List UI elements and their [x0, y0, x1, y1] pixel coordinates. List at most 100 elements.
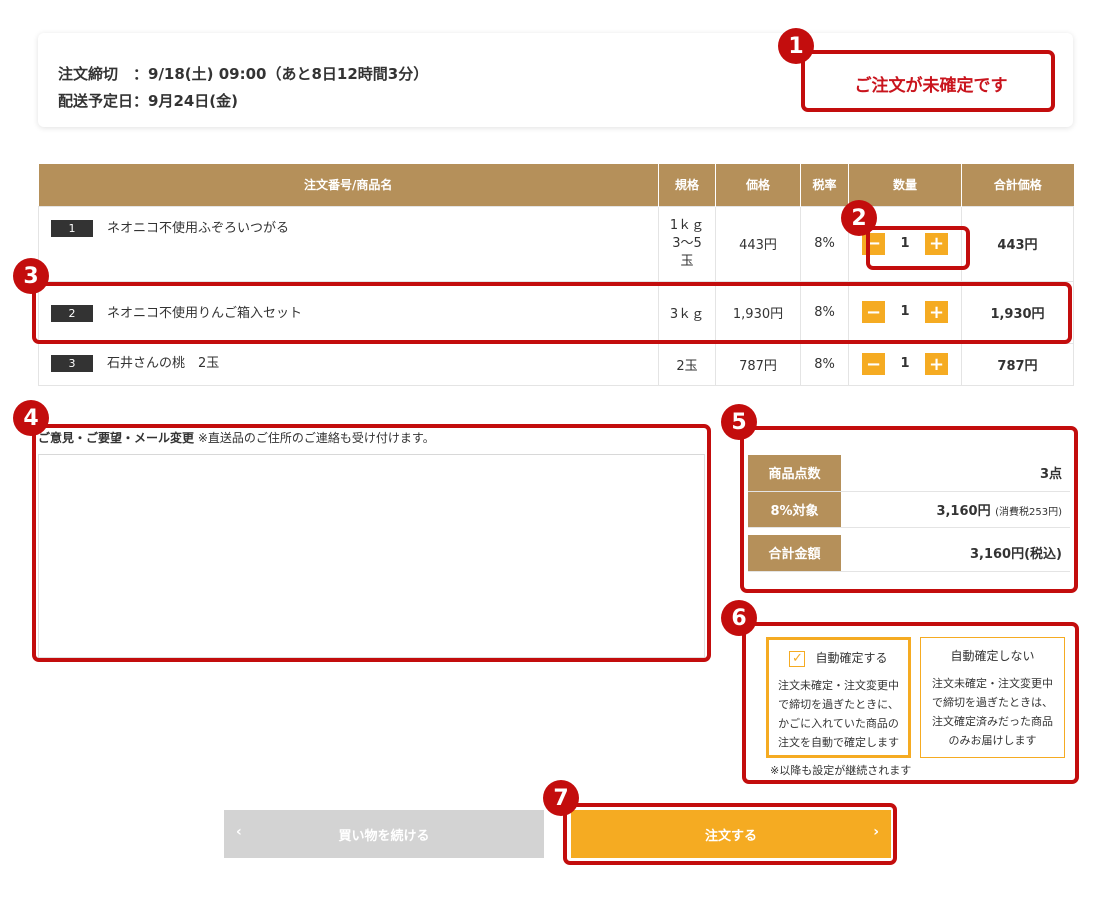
item-spec: 2玉 [658, 342, 716, 386]
chevron-right-icon: › [873, 824, 879, 840]
item-qty-cell: − 1 + [848, 342, 962, 386]
item-name-cell: 3 石井さんの桃 2玉 [38, 342, 659, 386]
order-number-badge: 1 [51, 219, 93, 237]
item-tax-rate: 8% [800, 342, 849, 386]
table-row: 3 石井さんの桃 2玉 2玉 787円 8% − 1 + 787円 [38, 342, 1074, 386]
description-line: かごに入れていた商品の [778, 717, 899, 730]
description-line: で締切を過ぎたときに、 [778, 698, 899, 711]
item-name: 石井さんの桃 2玉 [107, 355, 220, 371]
auto-confirm-on-description: 注文未確定・注文変更中 で締切を過ぎたときに、 かごに入れていた商品の 注文を自… [777, 676, 900, 752]
order-items-table: 注文番号/商品名 規格 価格 税率 数量 合計価格 1 ネオニコ不使用ふぞろいつが… [38, 164, 1074, 386]
table-row: 2 ネオニコ不使用りんご箱入セット 3ｋｇ 1,930円 8% − 1 + 1,9… [38, 280, 1074, 344]
tax-rate-label: 8%対象 [748, 491, 841, 528]
order-info-card: 注文締切 ：9/18(土) 09:00（あと8日12時間3分） 配送予定日：9月… [38, 33, 1073, 127]
tax-amount-note: (消費税253円) [995, 506, 1062, 518]
table-row: 1 ネオニコ不使用ふぞろいつがる 1ｋｇ 3～5 玉 443円 8% − 1 + … [38, 205, 1074, 282]
item-spec-line: 1ｋｇ [669, 217, 705, 233]
auto-confirm-note: ※以降も設定が継続されます [770, 764, 912, 777]
continue-shopping-label: 買い物を続ける [338, 828, 430, 844]
place-order-button[interactable]: 注文する › [571, 810, 891, 858]
message-label: ご意見・ご要望・メール変更 ※直送品のご住所のご連絡も受け付けます。 [38, 429, 435, 446]
item-count-label: 商品点数 [748, 455, 841, 492]
message-label-note: ※直送品のご住所のご連絡も受け付けます。 [197, 431, 435, 445]
order-number-badge: 2 [51, 304, 93, 322]
description-line: 注文を自動で確定します [778, 736, 899, 749]
total-amount-value: 3,160円(税込) [841, 535, 1070, 572]
col-header-spec: 規格 [658, 164, 716, 206]
item-spec: 3ｋｇ [658, 280, 716, 344]
quantity-value: 1 [900, 304, 910, 319]
callout-badge-6: 6 [721, 600, 757, 636]
order-summary: 商品点数 3点 8%対象 3,160円 (消費税253円) 合計金額 3,160… [748, 455, 1070, 572]
item-spec: 1ｋｇ 3～5 玉 [658, 205, 716, 282]
summary-row: 商品点数 3点 [748, 455, 1070, 492]
description-line: で締切を過ぎたときは、 [932, 696, 1053, 709]
quantity-minus-button[interactable]: − [862, 353, 885, 375]
order-deadline: 注文締切 ：9/18(土) 09:00（あと8日12時間3分） [58, 65, 429, 83]
item-price: 787円 [715, 342, 801, 386]
table-header-row: 注文番号/商品名 規格 価格 税率 数量 合計価格 [38, 164, 1074, 206]
auto-confirm-off-title: 自動確定しない [950, 649, 1035, 663]
checkbox-checked-icon[interactable]: ✓ [789, 650, 806, 667]
message-label-title: ご意見・ご要望・メール変更 [38, 431, 195, 445]
quantity-plus-button[interactable]: + [925, 353, 948, 375]
quantity-plus-button[interactable]: + [925, 232, 948, 255]
col-header-qty: 数量 [848, 164, 962, 206]
auto-confirm-off-option[interactable]: 自動確定しない 注文未確定・注文変更中 で締切を過ぎたときは、 注文確定済みだっ… [920, 637, 1065, 758]
quantity-stepper[interactable]: − 1 + [862, 353, 948, 375]
callout-badge-7: 7 [543, 780, 579, 816]
order-status-message: ご注文が未確定です [854, 75, 1008, 96]
auto-confirm-on-title: 自動確定する [815, 651, 888, 665]
item-name: ネオニコ不使用りんご箱入セット [107, 305, 303, 321]
col-header-name: 注文番号/商品名 [38, 164, 659, 206]
quantity-stepper[interactable]: − 1 + [862, 232, 948, 255]
description-line: 注文未確定・注文変更中 [932, 677, 1053, 690]
quantity-minus-button[interactable]: − [862, 301, 885, 323]
summary-row: 合計金額 3,160円(税込) [748, 535, 1070, 572]
tax-rate-value: 3,160円 [936, 503, 991, 519]
item-total: 787円 [961, 342, 1074, 386]
description-line: 注文未確定・注文変更中 [778, 679, 899, 692]
order-number-badge: 3 [51, 354, 93, 372]
delivery-date: 配送予定日：9月24日(金) [58, 92, 239, 110]
message-section: ご意見・ご要望・メール変更 ※直送品のご住所のご連絡も受け付けます。 [38, 426, 705, 658]
item-price: 443円 [715, 205, 801, 282]
quantity-plus-button[interactable]: + [925, 301, 948, 323]
col-header-price: 価格 [715, 164, 801, 206]
col-header-total: 合計価格 [961, 164, 1074, 206]
auto-confirm-off-description: 注文未確定・注文変更中 で締切を過ぎたときは、 注文確定済みだった商品 のみお届… [929, 674, 1056, 750]
quantity-value: 1 [900, 356, 910, 371]
item-qty-cell: − 1 + [848, 280, 962, 344]
quantity-stepper[interactable]: − 1 + [862, 301, 948, 323]
message-textarea[interactable] [38, 454, 705, 658]
item-count-value: 3点 [841, 455, 1070, 492]
item-total: 1,930円 [961, 280, 1074, 344]
item-spec-line: 玉 [680, 253, 694, 269]
description-line: 注文確定済みだった商品 [932, 715, 1053, 728]
col-header-tax: 税率 [800, 164, 849, 206]
callout-badge-2: 2 [841, 200, 877, 236]
continue-shopping-button[interactable]: ‹ 買い物を続ける [224, 810, 544, 858]
callout-badge-5: 5 [721, 404, 757, 440]
callout-badge-1: 1 [778, 28, 814, 64]
item-name-cell: 1 ネオニコ不使用ふぞろいつがる [38, 205, 659, 282]
item-total: 443円 [961, 205, 1074, 282]
tax-rate-value-cell: 3,160円 (消費税253円) [841, 491, 1070, 528]
item-spec-line: 3～5 [672, 235, 702, 251]
quantity-value: 1 [900, 235, 910, 251]
item-name-cell: 2 ネオニコ不使用りんご箱入セット [38, 280, 659, 344]
total-amount-label: 合計金額 [748, 535, 841, 572]
item-price: 1,930円 [715, 280, 801, 344]
description-line: のみお届けします [948, 734, 1037, 747]
item-name: ネオニコ不使用ふぞろいつがる [107, 220, 290, 236]
summary-gap [748, 527, 1070, 535]
summary-row: 8%対象 3,160円 (消費税253円) [748, 491, 1070, 528]
place-order-label: 注文する [704, 828, 757, 844]
quantity-minus-button[interactable]: − [862, 232, 885, 255]
callout-badge-3: 3 [13, 258, 49, 294]
item-tax-rate: 8% [800, 280, 849, 344]
auto-confirm-on-title-row: ✓ 自動確定する [777, 649, 900, 668]
auto-confirm-on-option[interactable]: ✓ 自動確定する 注文未確定・注文変更中 で締切を過ぎたときに、 かごに入れてい… [766, 637, 911, 758]
callout-badge-4: 4 [13, 400, 49, 436]
chevron-left-icon: ‹ [236, 824, 242, 840]
